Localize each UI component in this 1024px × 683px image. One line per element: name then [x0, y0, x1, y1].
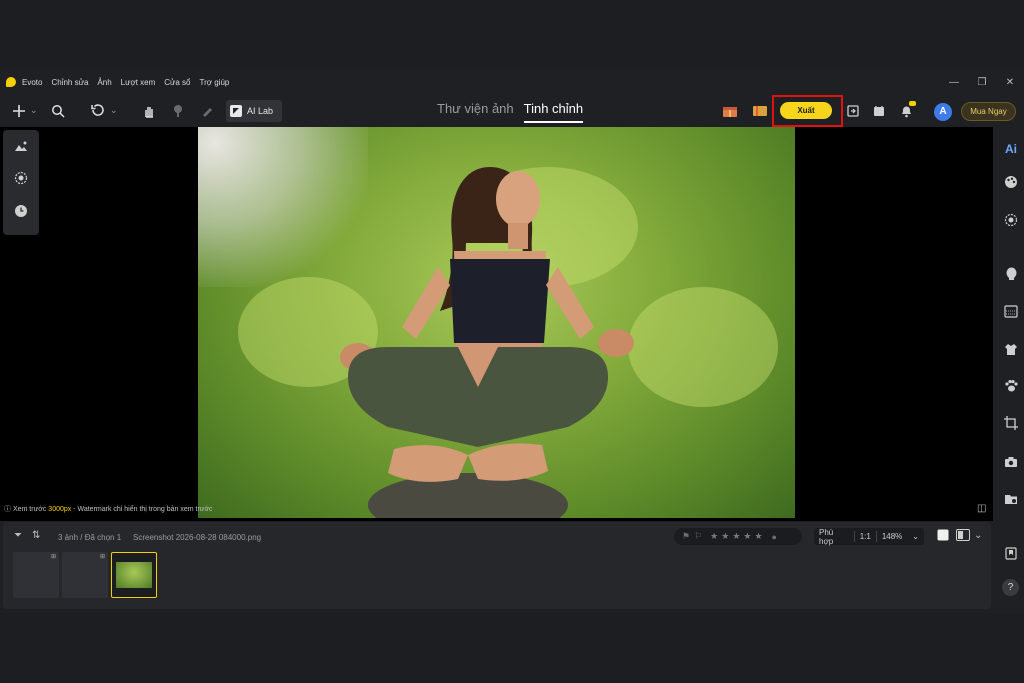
- undo-dropdown-chevron-icon[interactable]: ⌄: [110, 105, 118, 116]
- menu-help[interactable]: Trợ giúp: [200, 78, 230, 87]
- share-icon[interactable]: [843, 101, 863, 121]
- preview-watermark-note: ⓘ Xem trước 3000px - Watermark chỉ hiển …: [4, 506, 213, 513]
- star-3-icon[interactable]: ★: [732, 531, 740, 542]
- window-controls: — ❐ ✕: [940, 71, 1024, 93]
- task-icon[interactable]: [869, 101, 889, 121]
- app-name: Evoto: [22, 77, 43, 87]
- main-toolbar: ⌄ ⌄ AI Lab Thư viện ảnh Tinh chỉnh Xuất …: [0, 95, 1024, 127]
- sort-icon[interactable]: ⇅: [32, 530, 40, 541]
- left-tool-panel: [3, 130, 39, 235]
- actual-size-button[interactable]: 1:1: [855, 532, 876, 541]
- ai-lab-label: AI Lab: [247, 106, 274, 116]
- brush-icon[interactable]: [168, 101, 188, 121]
- history-icon[interactable]: [11, 204, 31, 224]
- pick-flag-icon[interactable]: ⚑: [682, 531, 690, 542]
- minimize-icon[interactable]: —: [940, 77, 968, 88]
- thumbnail-preview-image: [116, 562, 152, 588]
- evoto-logo-icon: [6, 77, 16, 87]
- current-filename: Screenshot 2026-08-28 084000.png: [133, 533, 262, 542]
- fit-button[interactable]: Phù hợp: [814, 528, 854, 546]
- thumbnail-3-selected[interactable]: [111, 552, 157, 598]
- crop-icon[interactable]: [1000, 416, 1022, 436]
- tab-library[interactable]: Thư viện ảnh: [437, 101, 514, 123]
- reject-flag-icon[interactable]: ⚐: [694, 531, 702, 542]
- close-icon[interactable]: ✕: [996, 77, 1024, 88]
- filter-funnel-icon[interactable]: ⏷: [14, 530, 22, 541]
- clothing-icon[interactable]: [1000, 342, 1022, 362]
- star-1-icon[interactable]: ★: [710, 531, 718, 542]
- split-view-icon[interactable]: [956, 529, 970, 544]
- rating-bar: ⚑ ⚐ ★ ★ ★ ★ ★ ●: [674, 528, 802, 545]
- menu-window[interactable]: Cửa sổ: [164, 78, 190, 87]
- tab-adjust[interactable]: Tinh chỉnh: [523, 101, 584, 123]
- selection-count: 3 ảnh / Đã chọn 1: [58, 533, 122, 542]
- preset-folder-icon[interactable]: [1000, 491, 1022, 511]
- help-icon[interactable]: ?: [1002, 579, 1019, 596]
- hand-icon[interactable]: [139, 101, 159, 121]
- ai-icon[interactable]: Ai: [1000, 139, 1022, 159]
- thumbnail-1[interactable]: ⊞: [13, 552, 59, 598]
- face-retouch-icon[interactable]: [1000, 267, 1022, 287]
- screen: Evoto Chỉnh sửa Ảnh Lượt xem Cửa sổ Trợ …: [0, 0, 1024, 683]
- thumbnail-2[interactable]: ⊞: [62, 552, 108, 598]
- mode-tabs: Thư viện ảnh Tinh chỉnh: [437, 101, 593, 123]
- eraser-icon[interactable]: [197, 101, 217, 121]
- palette-icon[interactable]: [1000, 175, 1022, 195]
- view-chevron-down-icon[interactable]: ⌄: [974, 530, 982, 541]
- stack-icon: ⊞: [50, 554, 56, 560]
- star-5-icon[interactable]: ★: [754, 531, 762, 542]
- pet-paw-icon[interactable]: [1000, 379, 1022, 399]
- edited-photo[interactable]: [198, 127, 795, 518]
- avatar[interactable]: A: [934, 103, 952, 121]
- effects-icon[interactable]: [1000, 213, 1022, 233]
- single-view-icon[interactable]: [937, 529, 949, 544]
- ai-lab-logo-icon: [230, 105, 242, 117]
- menu-view[interactable]: Lượt xem: [121, 78, 156, 87]
- menu-edit[interactable]: Chỉnh sửa: [51, 78, 88, 87]
- undo-icon[interactable]: [87, 101, 107, 121]
- zoom-level-select[interactable]: 148%: [877, 532, 907, 541]
- photo-subject-figure: [340, 167, 634, 518]
- export-button[interactable]: Xuất: [780, 102, 832, 119]
- landscape-adjust-icon[interactable]: [11, 138, 31, 158]
- filmstrip-panel: ⏷ ⇅ 3 ảnh / Đã chọn 1 Screenshot 2026-08…: [3, 522, 991, 609]
- gift-icon[interactable]: [720, 101, 740, 121]
- coupon-icon[interactable]: [750, 101, 770, 121]
- star-2-icon[interactable]: ★: [721, 531, 729, 542]
- search-icon[interactable]: [48, 101, 68, 121]
- background-icon[interactable]: [1000, 304, 1022, 324]
- buy-now-button[interactable]: Mua Ngay: [961, 102, 1016, 121]
- filter-effects-icon[interactable]: [11, 171, 31, 191]
- compare-icon[interactable]: ◫: [977, 503, 986, 514]
- zoom-chevron-down-icon[interactable]: ⌄: [907, 532, 924, 541]
- stack-icon: ⊞: [99, 554, 105, 560]
- add-dropdown-chevron-icon[interactable]: ⌄: [30, 105, 38, 116]
- image-canvas[interactable]: ⓘ Xem trước 3000px - Watermark chỉ hiển …: [0, 127, 993, 521]
- ai-lab-button[interactable]: AI Lab: [226, 100, 282, 122]
- notification-badge: [909, 101, 916, 106]
- bookmark-icon[interactable]: [1000, 546, 1022, 566]
- menu-image[interactable]: Ảnh: [97, 78, 111, 87]
- zoom-controls: Phù hợp 1:1 148% ⌄: [814, 528, 924, 546]
- camera-icon[interactable]: [1000, 454, 1022, 474]
- evoto-window: Evoto Chỉnh sửa Ảnh Lượt xem Cửa sổ Trợ …: [0, 71, 1024, 613]
- color-label-icon[interactable]: ●: [772, 532, 777, 542]
- maximize-icon[interactable]: ❐: [968, 77, 996, 88]
- star-4-icon[interactable]: ★: [743, 531, 751, 542]
- title-bar: Evoto Chỉnh sửa Ảnh Lượt xem Cửa sổ Trợ …: [0, 71, 1024, 93]
- add-icon[interactable]: [9, 101, 29, 121]
